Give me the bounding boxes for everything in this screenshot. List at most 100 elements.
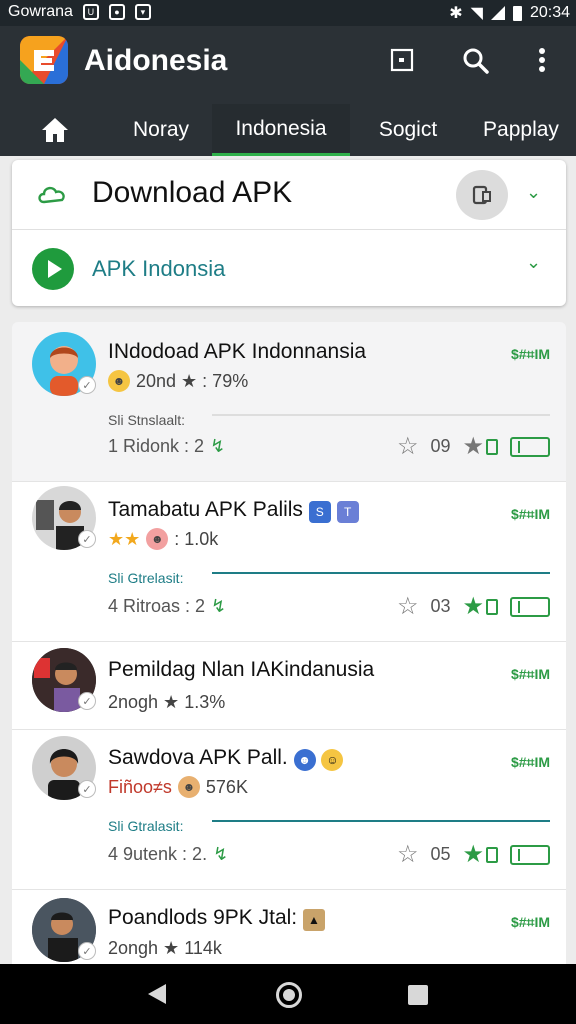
app-logo-icon <box>20 36 68 84</box>
trend-icon: ↯ <box>213 844 229 864</box>
app-badge-icon-2: T <box>336 501 359 523</box>
item-price: $#⌗IM <box>510 914 550 930</box>
star-count: 05 <box>430 844 451 864</box>
bluetooth-icon: ✱ <box>449 5 463 22</box>
verified-badge-icon: ✓ <box>78 780 96 798</box>
divider <box>212 414 550 416</box>
home-icon <box>42 118 68 142</box>
item-title: Sawdova APK Pall. ☻ ☺ <box>108 746 344 771</box>
item-meta: 2nogh ★ 1.3% <box>108 692 226 712</box>
item-title: Tamabatu APK Palils S T <box>108 498 359 523</box>
item-meta: Fiñoo≠s ☻ 576K <box>108 776 248 798</box>
item-meta: ☻ 20nd ★ : 79% <box>108 370 248 392</box>
item-section-label: Sli Stnslaalt: <box>108 412 186 428</box>
rating-stars-icon: ★★ <box>108 528 141 549</box>
divider <box>212 820 550 822</box>
navigation-bar <box>0 964 576 1024</box>
item-price: $#⌗IM <box>510 346 550 362</box>
star-count: 09 <box>430 436 451 456</box>
star-outline-icon[interactable]: ☆ <box>397 592 419 621</box>
more-options-icon[interactable] <box>526 44 558 76</box>
item-stats: 1 Ridonk : 2 ↯ <box>108 436 226 456</box>
list-item[interactable]: ✓ INdodoad APK Indonnansia $#⌗IM ☻ 20nd … <box>12 322 566 482</box>
emoji-icon: ☻ <box>108 370 130 392</box>
app-title: Aidonesia <box>84 44 228 77</box>
download-card: Download APK ⌄ APK Indonsia ⌄ <box>12 160 566 306</box>
emoji-icon: ☻ <box>146 528 169 550</box>
chevron-down-icon[interactable]: ⌄ <box>526 252 541 273</box>
star-outline-icon[interactable]: ☆ <box>397 432 419 461</box>
item-meta: 2ongh ★ 114k <box>108 938 222 958</box>
item-title: INdodoad APK Indonnansia <box>108 340 367 363</box>
cast-icon[interactable] <box>386 44 418 76</box>
tab-home[interactable] <box>0 104 110 156</box>
list-item[interactable]: ✓ Pemildag Nlan IAKindanusia $#⌗IM 2nogh… <box>12 642 566 730</box>
item-actions: ☆ 05 ★ <box>397 840 550 869</box>
signal-icon <box>490 6 505 20</box>
verified-badge-icon: ✓ <box>78 376 96 394</box>
star-filled-icon[interactable]: ★ <box>462 592 498 621</box>
tab-bar: Noray Indonesia Sogict Papplay <box>0 104 576 156</box>
star-outline-icon[interactable]: ☆ <box>397 840 419 869</box>
trend-icon: ↯ <box>211 596 227 616</box>
item-stats: 4 Ritroas : 2 ↯ <box>108 596 227 616</box>
wifi-icon: ◥ <box>470 5 483 22</box>
play-icon <box>32 248 74 290</box>
clock: 20:34 <box>529 4 570 21</box>
notification-icon-2: ● <box>108 4 125 20</box>
carrier-label: Gowrana <box>8 3 73 20</box>
chevron-down-icon[interactable]: ⌄ <box>526 182 541 203</box>
verified-badge-icon: ✓ <box>78 692 96 710</box>
download-title: Download APK <box>92 176 293 209</box>
star-filled-icon[interactable]: ★ <box>462 432 498 461</box>
item-stats: 4 9utenk : 2. ↯ <box>108 844 229 864</box>
battery-icon <box>512 5 522 21</box>
trend-icon: ↯ <box>210 436 226 456</box>
download-row[interactable]: Download APK ⌄ <box>12 160 566 230</box>
item-title: Poandlods 9PK Jtal: ▲ <box>108 906 325 931</box>
tab-papplay[interactable]: Papplay <box>466 104 576 156</box>
app-badge-icon: S <box>308 501 331 523</box>
emoji-icon: ☻ <box>177 776 200 798</box>
item-meta: ★★ ☻ : 1.0k <box>108 528 219 550</box>
emoji-icon-2: ☺ <box>321 749 344 771</box>
item-actions: ☆ 09 ★ <box>397 432 550 461</box>
divider <box>212 572 550 574</box>
item-title: Pemildag Nlan IAKindanusia <box>108 658 375 681</box>
notification-icon: U <box>82 4 99 20</box>
tab-noray[interactable]: Noray <box>110 104 212 156</box>
download-icon: ▾ <box>134 4 151 20</box>
tab-indonesia[interactable]: Indonesia <box>212 104 350 156</box>
cloud-icon <box>38 186 65 204</box>
install-toggle[interactable] <box>510 844 550 865</box>
list-item[interactable]: ✓ Sawdova APK Pall. ☻ ☺ $#⌗IM Fiñoo≠s ☻ … <box>12 730 566 890</box>
item-price: $#⌗IM <box>510 666 550 682</box>
download-action-button[interactable] <box>456 170 508 220</box>
back-icon[interactable] <box>148 984 166 1004</box>
device-icon <box>472 185 491 205</box>
verified-badge-icon: ✓ <box>78 530 96 548</box>
list-item[interactable]: ✓ Tamabatu APK Palils S T $#⌗IM ★★ ☻ : 1… <box>12 482 566 642</box>
search-icon[interactable] <box>459 44 491 76</box>
item-section-label: Sli Gtrelasit: <box>108 570 184 586</box>
star-filled-icon[interactable]: ★ <box>462 840 498 869</box>
apk-list: ✓ INdodoad APK Indonnansia $#⌗IM ☻ 20nd … <box>12 322 566 964</box>
list-item[interactable]: ✓ Poandlods 9PK Jtal: ▲ $#⌗IM 2ongh ★ 11… <box>12 890 566 964</box>
item-section-label: Sli Gtralasit: <box>108 818 184 834</box>
home-button-icon[interactable] <box>276 982 302 1008</box>
apk-indonesia-label: APK Indonsia <box>92 256 226 281</box>
item-actions: ☆ 03 ★ <box>397 592 550 621</box>
star-count: 03 <box>430 596 451 616</box>
recent-apps-icon[interactable] <box>408 985 428 1005</box>
status-bar: Gowrana U ● ▾ ✱ ◥ 20:34 <box>0 0 576 26</box>
item-price: $#⌗IM <box>510 754 550 770</box>
app-bar: Aidonesia Noray Indonesia Sogict Papplay <box>0 26 576 156</box>
package-icon: ▲ <box>302 909 325 931</box>
tab-sogict[interactable]: Sogict <box>350 104 466 156</box>
install-toggle[interactable] <box>510 436 550 457</box>
emoji-icon: ☻ <box>293 749 316 771</box>
verified-badge-icon: ✓ <box>78 942 96 960</box>
apk-indonesia-row[interactable]: APK Indonsia ⌄ <box>12 232 566 306</box>
install-toggle[interactable] <box>510 596 550 617</box>
item-price: $#⌗IM <box>510 506 550 522</box>
